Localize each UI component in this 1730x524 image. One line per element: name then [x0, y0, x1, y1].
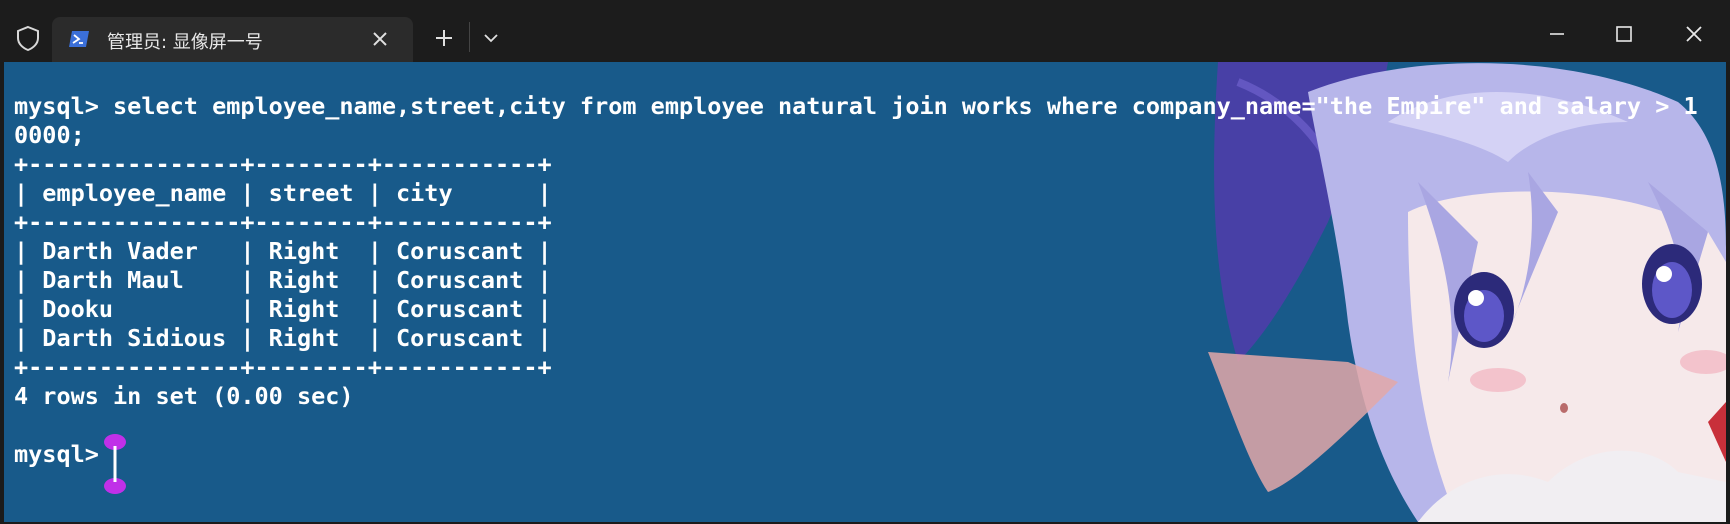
close-window-icon[interactable]	[1682, 22, 1706, 46]
table-row: | Darth Sidious | Right | Coruscant |	[14, 324, 552, 352]
close-tab-icon[interactable]	[370, 29, 390, 49]
table-row: | Dooku | Right | Coruscant |	[14, 295, 552, 323]
title-bar: 管理员: 显像屏一号	[0, 0, 1730, 62]
powershell-icon	[69, 31, 89, 47]
tab-separator	[469, 22, 470, 52]
table-border-bottom: +---------------+--------+-----------+	[14, 353, 552, 381]
minimize-icon[interactable]	[1545, 22, 1569, 46]
terminal-prompt: mysql>	[14, 440, 114, 468]
shield-icon[interactable]	[14, 24, 42, 52]
terminal-line-command: mysql> select employee_name,street,city …	[14, 92, 1698, 120]
terminal-pane[interactable]: mysql> select employee_name,street,city …	[4, 62, 1726, 522]
tab-title: 管理员: 显像屏一号	[107, 32, 263, 53]
table-border-top: +---------------+--------+-----------+	[14, 150, 552, 178]
result-summary: 4 rows in set (0.00 sec)	[14, 382, 354, 410]
terminal-line-command-wrap: 0000;	[14, 121, 85, 149]
table-header-row: | employee_name | street | city |	[14, 179, 552, 207]
chevron-down-icon[interactable]	[481, 28, 501, 48]
tab-active[interactable]: 管理员: 显像屏一号	[52, 17, 413, 62]
table-row: | Darth Maul | Right | Coruscant |	[14, 266, 552, 294]
maximize-icon[interactable]	[1612, 22, 1636, 46]
table-row: | Darth Vader | Right | Coruscant |	[14, 237, 552, 265]
plus-icon[interactable]	[432, 26, 456, 50]
terminal-output: mysql> select employee_name,street,city …	[14, 92, 1698, 469]
table-border-header: +---------------+--------+-----------+	[14, 208, 552, 236]
text-cursor-icon	[104, 434, 126, 494]
